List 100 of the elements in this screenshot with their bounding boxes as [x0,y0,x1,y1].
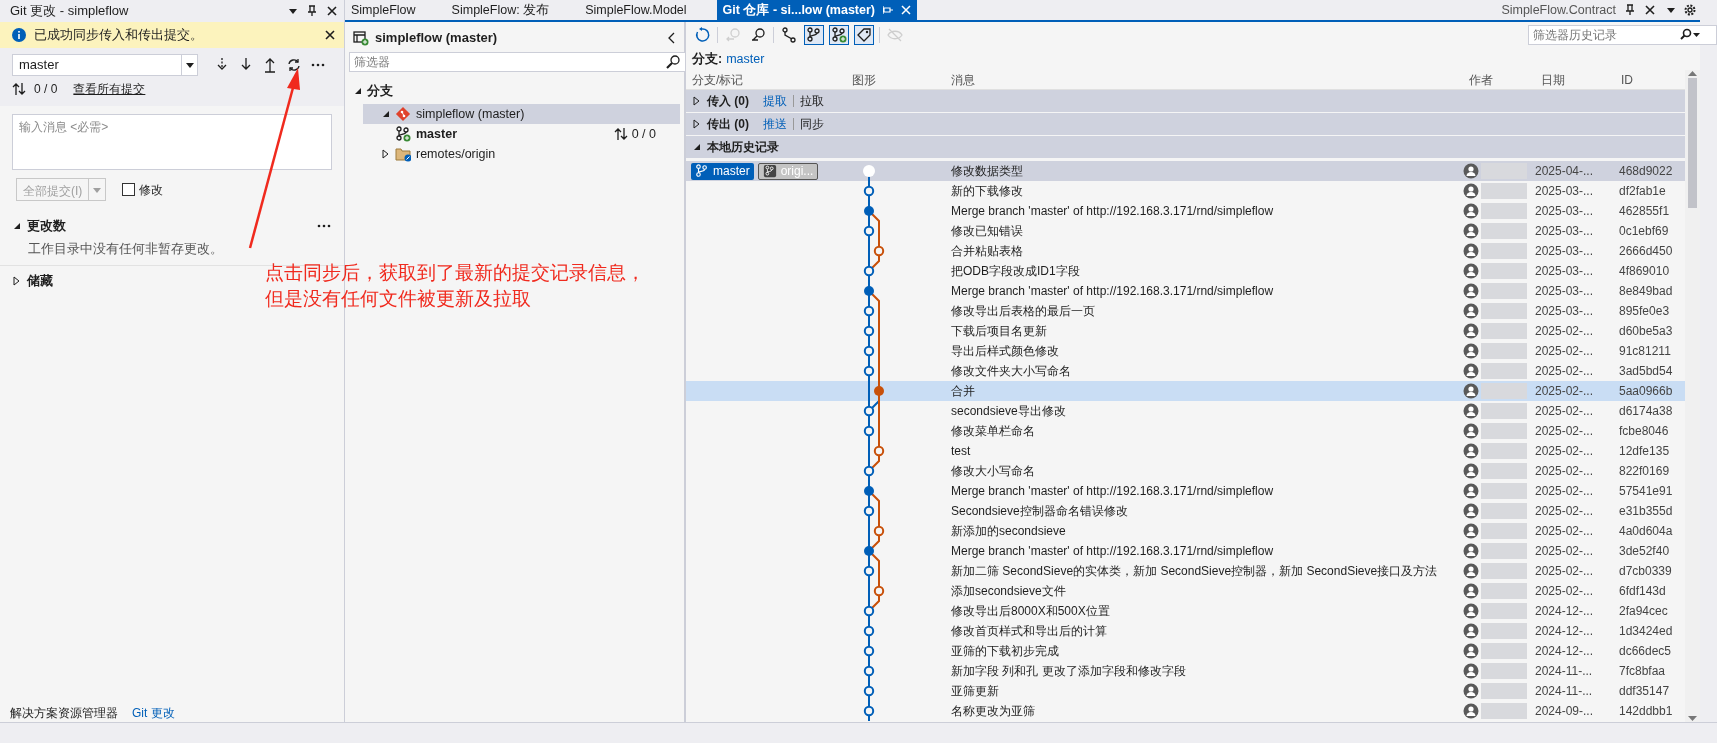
graph-icon[interactable] [779,25,799,45]
scroll-thumb[interactable] [1688,78,1697,208]
push-icon[interactable] [262,57,278,73]
commit-row[interactable]: 添加secondsieve文件 2025-02-... 6fdf143d [686,581,1685,601]
tab-list-icon[interactable] [1666,5,1676,15]
redacted-author [1481,643,1527,659]
commit-row[interactable]: 新加二筛 SecondSieve的实体类，新加 SecondSieve控制器，新加 SecondSieve接口及方法 2025-02-... d7cb0339 [686,561,1685,581]
expanded-icon[interactable] [381,109,390,119]
column-header[interactable]: 图形 [846,70,945,89]
commit-row[interactable]: 亚筛的下载初步完成 2024-12-... dc66dec5 [686,641,1685,661]
remote-branch-icon [762,164,777,178]
commit-row[interactable]: 下载后项目名更新 2025-02-... d60be5a3 [686,321,1685,341]
expanded-icon[interactable] [353,86,362,96]
collapsed-icon[interactable] [381,149,390,159]
commit-row[interactable]: 新的下载修改 2025-03-... df2fab1e [686,181,1685,201]
expanded-icon[interactable] [692,142,701,152]
commit-id: d6174a38 [1618,403,1674,420]
column-header[interactable]: 消息 [945,70,1463,89]
commit-row[interactable]: master origi... 修改数据类型 2025-04-... 468d9022 [686,161,1685,181]
column-header[interactable]: 作者 [1463,70,1535,89]
commit-message: 修改已知错误 [950,223,1024,240]
document-tab[interactable]: SimpleFlow.Contract [1495,0,1662,20]
commit-row[interactable]: 合并 2025-02-... 5aa0966b [686,381,1685,401]
commit-row[interactable]: 名称更改为亚筛 2024-09-... 142ddbb1 [686,701,1685,721]
collapsed-icon[interactable] [692,96,701,106]
vertical-scrollbar[interactable] [1685,70,1700,722]
commit-row[interactable]: 亚筛更新 2024-11-... ddf35147 [686,681,1685,701]
commit-row[interactable]: 修改已知错误 2025-03-... 0c1ebf69 [686,221,1685,241]
dropdown-icon[interactable] [288,6,298,16]
collapse-icon[interactable] [666,32,676,44]
commit-row[interactable]: 新加字段 列和孔 更改了添加字段和修改字段 2024-11-... 7fc8bfaa [686,661,1685,681]
branch-tag[interactable]: master [691,162,754,180]
commit-row[interactable]: 修改导出后8000X和500X位置 2024-12-... 2fa94cec [686,601,1685,621]
collapsed-icon[interactable] [692,119,701,129]
commit-row[interactable]: secondsieve导出修改 2025-02-... d6174a38 [686,401,1685,421]
tree-item[interactable]: 分支 [349,78,680,104]
caret-icon[interactable] [184,60,195,70]
group-header[interactable]: 本地历史记录 [686,136,1685,158]
group-header[interactable]: 传入 (0) 提取 拉取 [686,90,1685,112]
commit-row[interactable]: test 2025-02-... 12dfe135 [686,441,1685,461]
scroll-up-icon[interactable] [1688,70,1697,76]
commit-row[interactable]: Secondsieve控制器命名错误修改 2025-02-... e31b355d [686,501,1685,521]
commit-row[interactable]: 修改大小写命名 2025-02-... 822f0169 [686,461,1685,481]
expanded-icon[interactable] [12,221,21,232]
checkbox-label: 修改 [139,181,164,199]
column-header[interactable]: 日期 [1535,70,1615,89]
commit-row[interactable]: 修改文件夹大小写命名 2025-02-... 3ad5bd54 [686,361,1685,381]
redacted-author [1481,703,1527,719]
tree-item[interactable]: master 0 / 0 [349,124,680,144]
document-tab[interactable]: SimpleFlow.Model [579,0,717,20]
document-tab[interactable]: SimpleFlow [345,0,446,20]
panel-tab[interactable]: 解决方案资源管理器 [4,702,124,722]
branch-icon[interactable] [804,25,824,45]
commit-message: 导出后样式颜色修改 [950,343,1060,360]
collapsed-icon[interactable] [12,275,21,286]
document-tab[interactable]: SimpleFlow: 发布 [445,0,580,20]
commit-row[interactable]: 修改导出后表格的最后一页 2025-03-... 895fe0e3 [686,301,1685,321]
commit-row[interactable]: Merge branch 'master' of http://192.168.3.171/rnd/simpleflow 2025-03-... 8e849bad [686,281,1685,301]
commit-row[interactable]: Merge branch 'master' of http://192.168.3.171/rnd/simpleflow 2025-02-... 3de52f40 [686,541,1685,561]
view-all-commits-link[interactable]: 查看所有提交 [73,80,146,98]
close-icon[interactable] [1644,4,1656,16]
pin-icon[interactable] [306,5,318,17]
commit-row[interactable]: Merge branch 'master' of http://192.168.3.171/rnd/simpleflow 2025-02-... 57541e91 [686,481,1685,501]
commit-row[interactable]: 把ODB字段改成ID1字段 2025-03-... 4f869010 [686,261,1685,281]
tree-label: remotes/origin [416,145,497,163]
commit-id: 142ddbb1 [1618,703,1674,720]
pin-icon[interactable] [1624,4,1636,16]
commit-id: 12dfe135 [1618,443,1671,460]
sync-icon[interactable] [286,57,302,73]
group-link[interactable]: 推送 [763,115,787,133]
filter-field[interactable]: 筛选器 [349,52,686,72]
remote-branch-icon[interactable] [829,25,849,45]
group-header[interactable]: 传出 (0) 推送 同步 [686,113,1685,135]
tag-icon[interactable] [854,25,874,45]
history-filter-field[interactable]: 筛选器历史记录 [1528,25,1717,45]
settings-icon[interactable] [1684,4,1696,16]
commit-row[interactable]: 新添加的secondsieve 2025-02-... 4a0d604a [686,521,1685,541]
tree-item[interactable]: simpleflow (master) [363,104,680,124]
commit-row[interactable]: Merge branch 'master' of http://192.168.3.171/rnd/simpleflow 2025-03-... 462855f1 [686,201,1685,221]
column-header[interactable]: ID [1615,70,1685,89]
avatar-icon [1463,163,1479,179]
column-header[interactable]: 分支/标记 [686,70,846,89]
commit-id: 5aa0966b [1618,383,1674,400]
tree-item[interactable]: remotes/origin [363,144,680,164]
commit-row[interactable]: 修改首页样式和导出后的计算 2024-12-... 1d3424ed [686,621,1685,641]
commit-row[interactable]: 修改菜单栏命名 2025-02-... fcbe8046 [686,421,1685,441]
amend-checkbox[interactable] [122,183,136,196]
close-icon[interactable] [324,29,336,41]
commit-date: 2025-03-... [1535,243,1595,260]
group-link[interactable]: 拉取 [800,92,824,110]
commit-row[interactable]: 导出后样式颜色修改 2025-02-... 91c81211 [686,341,1685,361]
commit-message: 把ODB字段改成ID1字段 [950,263,1081,280]
close-icon[interactable] [326,5,338,17]
avatar-icon [1463,663,1479,679]
commit-id: 4f869010 [1618,263,1671,280]
group-link[interactable]: 同步 [800,115,824,133]
group-link[interactable]: 提取 [763,92,787,110]
message-input-field[interactable]: 输入消息 <必需> [12,114,332,170]
commit-row[interactable]: 合并粘贴表格 2025-03-... 2666d450 [686,241,1685,261]
branch-dropdown[interactable]: master [12,54,198,76]
